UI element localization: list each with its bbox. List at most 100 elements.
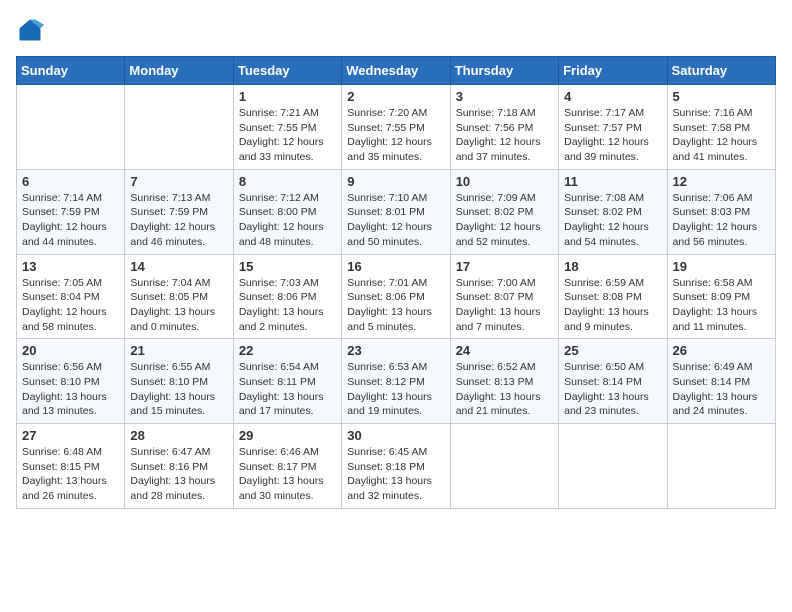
day-number: 21: [130, 343, 227, 358]
calendar-cell: 6 Sunrise: 7:14 AM Sunset: 7:59 PM Daylig…: [17, 169, 125, 254]
day-info: Sunrise: 6:48 AM Sunset: 8:15 PM Dayligh…: [22, 445, 119, 504]
day-info: Sunrise: 7:06 AM Sunset: 8:03 PM Dayligh…: [673, 191, 770, 250]
calendar-cell: [667, 424, 775, 509]
calendar-cell: 14 Sunrise: 7:04 AM Sunset: 8:05 PM Dayli…: [125, 254, 233, 339]
logo: [16, 16, 48, 44]
day-number: 23: [347, 343, 444, 358]
day-number: 4: [564, 89, 661, 104]
day-info: Sunrise: 7:00 AM Sunset: 8:07 PM Dayligh…: [456, 276, 553, 335]
calendar-cell: 26 Sunrise: 6:49 AM Sunset: 8:14 PM Dayli…: [667, 339, 775, 424]
day-number: 18: [564, 259, 661, 274]
day-number: 5: [673, 89, 770, 104]
day-info: Sunrise: 7:10 AM Sunset: 8:01 PM Dayligh…: [347, 191, 444, 250]
day-info: Sunrise: 7:05 AM Sunset: 8:04 PM Dayligh…: [22, 276, 119, 335]
day-number: 12: [673, 174, 770, 189]
weekday-header: Thursday: [450, 57, 558, 85]
calendar-cell: 24Sunrise: 6:52 AM Sunset: 8:13 PM Dayli…: [450, 339, 558, 424]
day-info: Sunrise: 6:58 AM Sunset: 8:09 PM Dayligh…: [673, 276, 770, 335]
weekday-header: Wednesday: [342, 57, 450, 85]
day-info: Sunrise: 7:13 AM Sunset: 7:59 PM Dayligh…: [130, 191, 227, 250]
calendar-cell: 16 Sunrise: 7:01 AM Sunset: 8:06 PM Dayli…: [342, 254, 450, 339]
calendar-cell: [17, 85, 125, 170]
day-number: 22: [239, 343, 336, 358]
calendar-cell: 2 Sunrise: 7:20 AM Sunset: 7:55 PM Daylig…: [342, 85, 450, 170]
calendar-cell: [450, 424, 558, 509]
day-number: 1: [239, 89, 336, 104]
day-info: Sunrise: 6:46 AM Sunset: 8:17 PM Dayligh…: [239, 445, 336, 504]
calendar-cell: 28 Sunrise: 6:47 AM Sunset: 8:16 PM Dayli…: [125, 424, 233, 509]
day-number: 13: [22, 259, 119, 274]
day-info: Sunrise: 7:04 AM Sunset: 8:05 PM Dayligh…: [130, 276, 227, 335]
day-number: 29: [239, 428, 336, 443]
day-info: Sunrise: 6:45 AM Sunset: 8:18 PM Dayligh…: [347, 445, 444, 504]
day-info: Sunrise: 6:59 AM Sunset: 8:08 PM Dayligh…: [564, 276, 661, 335]
day-info: Sunrise: 7:09 AM Sunset: 8:02 PM Dayligh…: [456, 191, 553, 250]
calendar-cell: 29 Sunrise: 6:46 AM Sunset: 8:17 PM Dayli…: [233, 424, 341, 509]
calendar-cell: [125, 85, 233, 170]
day-number: 26: [673, 343, 770, 358]
calendar-cell: [559, 424, 667, 509]
day-number: 19: [673, 259, 770, 274]
day-number: 27: [22, 428, 119, 443]
calendar-cell: 4 Sunrise: 7:17 AM Sunset: 7:57 PM Daylig…: [559, 85, 667, 170]
day-info: Sunrise: 6:50 AM Sunset: 8:14 PM Dayligh…: [564, 360, 661, 419]
weekday-header: Monday: [125, 57, 233, 85]
day-number: 2: [347, 89, 444, 104]
day-info: Sunrise: 7:16 AM Sunset: 7:58 PM Dayligh…: [673, 106, 770, 165]
calendar-table: SundayMondayTuesdayWednesdayThursdayFrid…: [16, 56, 776, 509]
weekday-header: Friday: [559, 57, 667, 85]
day-number: 15: [239, 259, 336, 274]
day-info: Sunrise: 7:01 AM Sunset: 8:06 PM Dayligh…: [347, 276, 444, 335]
day-number: 14: [130, 259, 227, 274]
day-number: 24: [456, 343, 553, 358]
weekday-header: Saturday: [667, 57, 775, 85]
day-number: 30: [347, 428, 444, 443]
day-info: Sunrise: 6:54 AM Sunset: 8:11 PM Dayligh…: [239, 360, 336, 419]
day-info: Sunrise: 6:47 AM Sunset: 8:16 PM Dayligh…: [130, 445, 227, 504]
day-number: 8: [239, 174, 336, 189]
page-header: [16, 16, 776, 44]
logo-icon: [16, 16, 44, 44]
calendar-cell: 18 Sunrise: 6:59 AM Sunset: 8:08 PM Dayli…: [559, 254, 667, 339]
calendar-cell: 11Sunrise: 7:08 AM Sunset: 8:02 PM Dayli…: [559, 169, 667, 254]
day-info: Sunrise: 7:17 AM Sunset: 7:57 PM Dayligh…: [564, 106, 661, 165]
calendar-cell: 1 Sunrise: 7:21 AM Sunset: 7:55 PM Daylig…: [233, 85, 341, 170]
calendar-cell: 25 Sunrise: 6:50 AM Sunset: 8:14 PM Dayli…: [559, 339, 667, 424]
weekday-header: Sunday: [17, 57, 125, 85]
day-number: 3: [456, 89, 553, 104]
day-number: 28: [130, 428, 227, 443]
day-info: Sunrise: 7:12 AM Sunset: 8:00 PM Dayligh…: [239, 191, 336, 250]
day-number: 16: [347, 259, 444, 274]
calendar-cell: 8 Sunrise: 7:12 AM Sunset: 8:00 PM Daylig…: [233, 169, 341, 254]
calendar-cell: 5 Sunrise: 7:16 AM Sunset: 7:58 PM Daylig…: [667, 85, 775, 170]
calendar-cell: 10 Sunrise: 7:09 AM Sunset: 8:02 PM Dayli…: [450, 169, 558, 254]
day-info: Sunrise: 7:14 AM Sunset: 7:59 PM Dayligh…: [22, 191, 119, 250]
calendar-cell: 15 Sunrise: 7:03 AM Sunset: 8:06 PM Dayli…: [233, 254, 341, 339]
day-info: Sunrise: 7:20 AM Sunset: 7:55 PM Dayligh…: [347, 106, 444, 165]
calendar-cell: 23 Sunrise: 6:53 AM Sunset: 8:12 PM Dayli…: [342, 339, 450, 424]
day-info: Sunrise: 6:55 AM Sunset: 8:10 PM Dayligh…: [130, 360, 227, 419]
day-number: 17: [456, 259, 553, 274]
day-info: Sunrise: 6:56 AM Sunset: 8:10 PM Dayligh…: [22, 360, 119, 419]
day-number: 10: [456, 174, 553, 189]
calendar-cell: 30 Sunrise: 6:45 AM Sunset: 8:18 PM Dayli…: [342, 424, 450, 509]
calendar-week-row: 6 Sunrise: 7:14 AM Sunset: 7:59 PM Daylig…: [17, 169, 776, 254]
calendar-cell: 22 Sunrise: 6:54 AM Sunset: 8:11 PM Dayli…: [233, 339, 341, 424]
day-number: 6: [22, 174, 119, 189]
calendar-cell: 3Sunrise: 7:18 AM Sunset: 7:56 PM Daylig…: [450, 85, 558, 170]
day-info: Sunrise: 7:03 AM Sunset: 8:06 PM Dayligh…: [239, 276, 336, 335]
day-number: 25: [564, 343, 661, 358]
calendar-cell: 12 Sunrise: 7:06 AM Sunset: 8:03 PM Dayli…: [667, 169, 775, 254]
day-info: Sunrise: 7:08 AM Sunset: 8:02 PM Dayligh…: [564, 191, 661, 250]
day-number: 7: [130, 174, 227, 189]
calendar-cell: 13 Sunrise: 7:05 AM Sunset: 8:04 PM Dayli…: [17, 254, 125, 339]
weekday-header: Tuesday: [233, 57, 341, 85]
day-number: 20: [22, 343, 119, 358]
calendar-cell: 7 Sunrise: 7:13 AM Sunset: 7:59 PM Daylig…: [125, 169, 233, 254]
day-info: Sunrise: 6:49 AM Sunset: 8:14 PM Dayligh…: [673, 360, 770, 419]
calendar-week-row: 27 Sunrise: 6:48 AM Sunset: 8:15 PM Dayli…: [17, 424, 776, 509]
calendar-cell: 27 Sunrise: 6:48 AM Sunset: 8:15 PM Dayli…: [17, 424, 125, 509]
day-info: Sunrise: 6:53 AM Sunset: 8:12 PM Dayligh…: [347, 360, 444, 419]
calendar-week-row: 20 Sunrise: 6:56 AM Sunset: 8:10 PM Dayli…: [17, 339, 776, 424]
day-info: Sunrise: 7:21 AM Sunset: 7:55 PM Dayligh…: [239, 106, 336, 165]
